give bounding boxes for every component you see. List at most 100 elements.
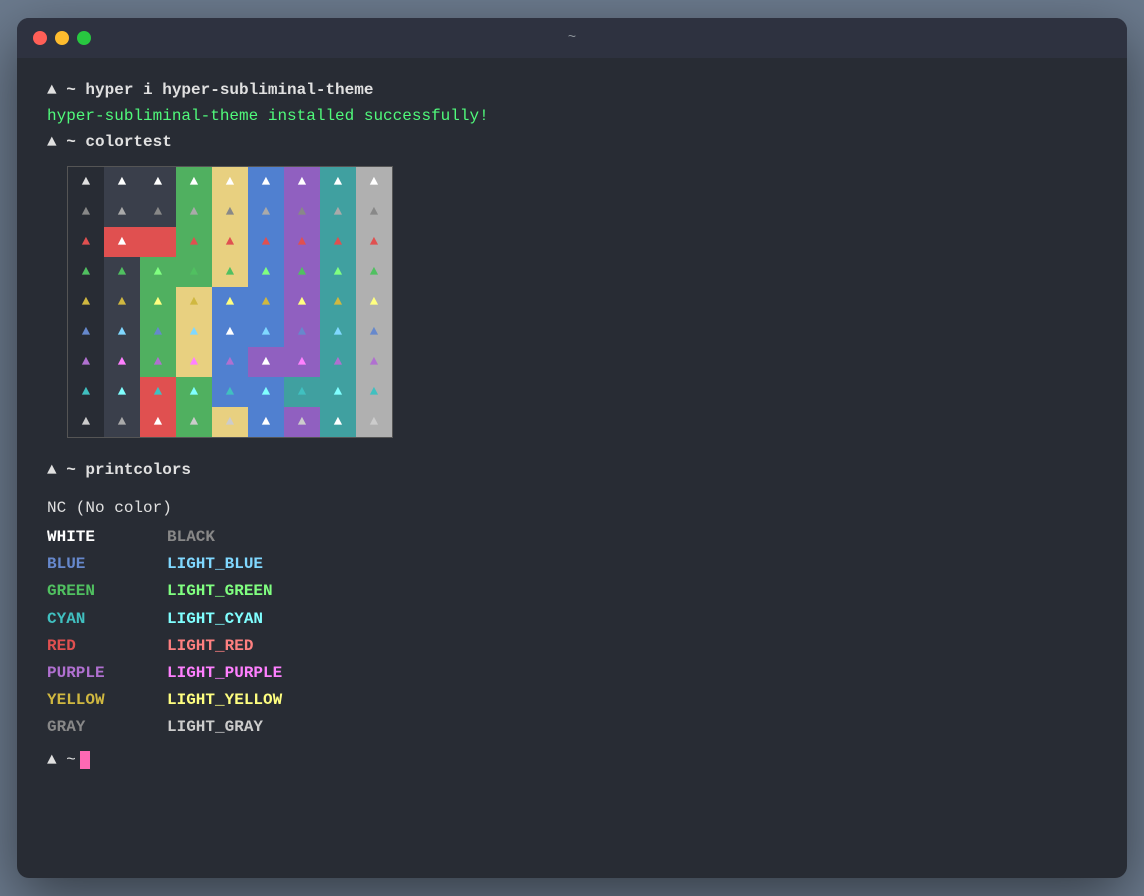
grid-cell: ▲ — [320, 197, 356, 227]
grid-cell: ▲ — [284, 287, 320, 317]
colortest-grid: ▲ ▲ ▲ ▲ ▲ ▲ ▲ ▲ ▲ ▲ ▲ ▲ ▲ ▲ ▲ ▲ ▲ ▲ — [67, 166, 393, 438]
color-row-red: RED LIGHT_RED — [47, 633, 1097, 660]
grid-cell: ▲ — [284, 197, 320, 227]
color-row-blue: BLUE LIGHT_BLUE — [47, 551, 1097, 578]
final-prompt-text: ▲ ~ — [47, 748, 76, 772]
color-row-green: GREEN LIGHT_GREEN — [47, 578, 1097, 605]
grid-cell: ▲ — [248, 317, 284, 347]
prompt-final: ▲ ~ — [47, 748, 1097, 772]
grid-cell: ▲ — [248, 167, 284, 197]
grid-cell: ▲ — [320, 287, 356, 317]
grid-row-1: ▲ ▲ ▲ ▲ ▲ ▲ ▲ ▲ ▲ — [68, 197, 392, 227]
grid-cell: ▲ — [176, 347, 212, 377]
color-label-cyan: CYAN — [47, 606, 167, 633]
title-bar: ~ — [17, 18, 1127, 58]
grid-cell: ▲ — [104, 347, 140, 377]
color-row-gray: GRAY LIGHT_GRAY — [47, 714, 1097, 741]
gap — [47, 484, 1097, 496]
grid-cell: ▲ — [356, 197, 392, 227]
grid-cell: ▲ — [248, 407, 284, 437]
grid-cell: ▲ — [248, 227, 284, 257]
grid-cell: ▲ — [140, 287, 176, 317]
grid-row-4: ▲ ▲ ▲ ▲ ▲ ▲ ▲ ▲ ▲ — [68, 287, 392, 317]
grid-cell: ▲ — [68, 317, 104, 347]
grid-cell: ▲ — [212, 377, 248, 407]
grid-cell: ▲ — [176, 407, 212, 437]
grid-cell: ▲ — [140, 167, 176, 197]
grid-cell: ▲ — [356, 227, 392, 257]
grid-cell: ▲ — [140, 377, 176, 407]
grid-cell: ▲ — [68, 407, 104, 437]
grid-cell: ▲ — [320, 317, 356, 347]
grid-cell: ▲ — [356, 347, 392, 377]
grid-cell: ▲ — [68, 257, 104, 287]
printcolors-section: WHITE BLACK BLUE LIGHT_BLUE GREEN LIGHT_… — [47, 524, 1097, 742]
nc-line: NC (No color) — [47, 496, 1097, 520]
grid-row-8: ▲ ▲ ▲ ▲ ▲ ▲ ▲ ▲ ▲ — [68, 407, 392, 437]
color-label-light-cyan: LIGHT_CYAN — [167, 606, 263, 633]
grid-cell: ▲ — [248, 257, 284, 287]
color-label-light-green: LIGHT_GREEN — [167, 578, 273, 605]
grid-cell: ▲ — [140, 347, 176, 377]
grid-cell: ▲ — [356, 287, 392, 317]
color-label-light-gray: LIGHT_GRAY — [167, 714, 263, 741]
color-label-light-purple: LIGHT_PURPLE — [167, 660, 282, 687]
color-label-black: BLACK — [167, 524, 215, 551]
grid-cell: ▲ — [356, 257, 392, 287]
grid-cell: ▲ — [176, 197, 212, 227]
output-line-1: hyper-subliminal-theme installed success… — [47, 104, 1097, 128]
grid-cell: ▲ — [356, 317, 392, 347]
grid-row-2: ▲ ▲ ▲ ▲ ▲ ▲ ▲ ▲ ▲ — [68, 227, 392, 257]
grid-cell: ▲ — [104, 167, 140, 197]
grid-cell: ▲ — [356, 407, 392, 437]
grid-row-5: ▲ ▲ ▲ ▲ ▲ ▲ ▲ ▲ ▲ — [68, 317, 392, 347]
grid-cell: ▲ — [68, 227, 104, 257]
grid-row-6: ▲ ▲ ▲ ▲ ▲ ▲ ▲ ▲ ▲ — [68, 347, 392, 377]
grid-cell: ▲ — [176, 377, 212, 407]
grid-cell: ▲ — [212, 317, 248, 347]
grid-cell: ▲ — [320, 347, 356, 377]
grid-cell: ▲ — [140, 227, 176, 257]
grid-cell: ▲ — [248, 347, 284, 377]
color-label-blue: BLUE — [47, 551, 167, 578]
grid-cell: ▲ — [212, 347, 248, 377]
grid-cell: ▲ — [140, 257, 176, 287]
color-row-white: WHITE BLACK — [47, 524, 1097, 551]
grid-row-7: ▲ ▲ ▲ ▲ ▲ ▲ ▲ ▲ ▲ — [68, 377, 392, 407]
grid-cell: ▲ — [212, 407, 248, 437]
command-line-2: ▲ ~ colortest — [47, 130, 1097, 154]
maximize-button[interactable] — [77, 31, 91, 45]
color-label-purple: PURPLE — [47, 660, 167, 687]
color-label-light-blue: LIGHT_BLUE — [167, 551, 263, 578]
grid-cell: ▲ — [248, 287, 284, 317]
grid-cell: ▲ — [140, 407, 176, 437]
grid-cell: ▲ — [68, 167, 104, 197]
grid-cell: ▲ — [248, 377, 284, 407]
grid-cell: ▲ — [176, 317, 212, 347]
grid-cell: ▲ — [104, 407, 140, 437]
grid-cell: ▲ — [68, 347, 104, 377]
grid-cell: ▲ — [212, 257, 248, 287]
grid-cell: ▲ — [176, 167, 212, 197]
grid-cell: ▲ — [320, 407, 356, 437]
close-button[interactable] — [33, 31, 47, 45]
minimize-button[interactable] — [55, 31, 69, 45]
terminal-window: ~ ▲ ~ hyper i hyper-subliminal-theme hyp… — [17, 18, 1127, 878]
color-label-yellow: YELLOW — [47, 687, 167, 714]
terminal-content: ▲ ~ hyper i hyper-subliminal-theme hyper… — [17, 58, 1127, 878]
grid-cell: ▲ — [248, 197, 284, 227]
grid-cell: ▲ — [104, 197, 140, 227]
grid-cell: ▲ — [104, 317, 140, 347]
cursor — [80, 751, 90, 769]
color-row-yellow: YELLOW LIGHT_YELLOW — [47, 687, 1097, 714]
grid-cell: ▲ — [104, 377, 140, 407]
color-row-purple: PURPLE LIGHT_PURPLE — [47, 660, 1097, 687]
grid-row-3: ▲ ▲ ▲ ▲ ▲ ▲ ▲ ▲ ▲ — [68, 257, 392, 287]
grid-cell: ▲ — [68, 377, 104, 407]
grid-cell: ▲ — [284, 317, 320, 347]
grid-cell: ▲ — [212, 167, 248, 197]
color-label-light-red: LIGHT_RED — [167, 633, 253, 660]
grid-cell: ▲ — [140, 197, 176, 227]
grid-cell: ▲ — [212, 227, 248, 257]
grid-row-0: ▲ ▲ ▲ ▲ ▲ ▲ ▲ ▲ ▲ — [68, 167, 392, 197]
